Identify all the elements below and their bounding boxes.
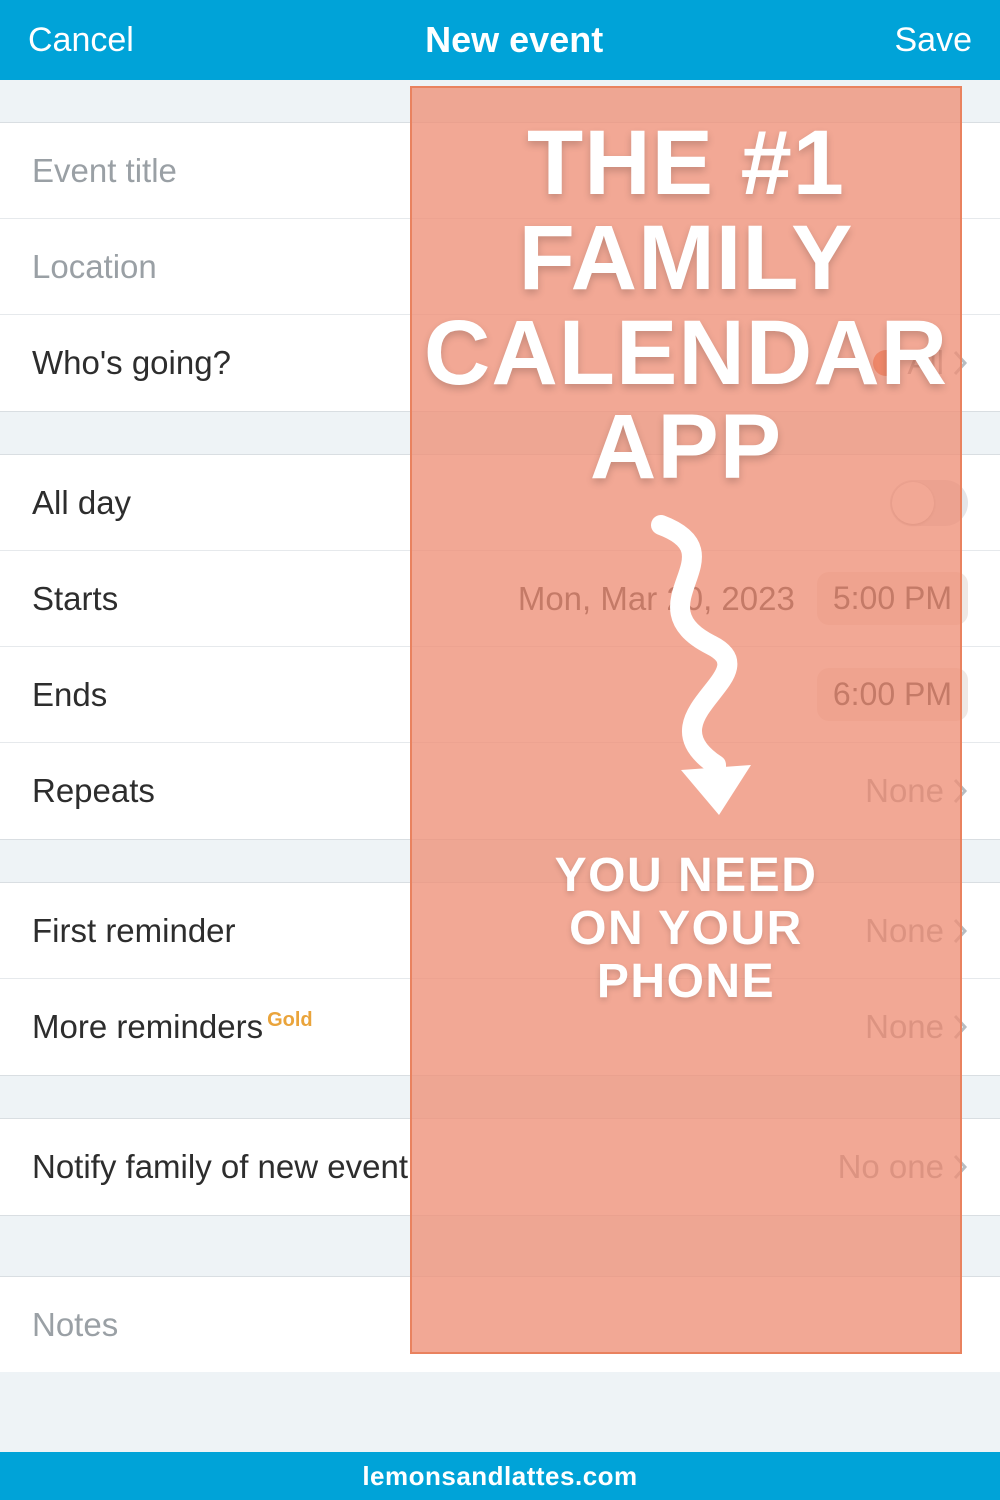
squiggle-arrow-icon: [601, 515, 771, 840]
gold-badge: Gold: [267, 1009, 313, 1031]
starts-label: Starts: [32, 580, 118, 618]
overlay-subhead: YOU NEED ON YOUR PHONE: [555, 850, 818, 1008]
overlay-sub-line: PHONE: [555, 956, 818, 1009]
first-reminder-label: First reminder: [32, 912, 236, 950]
overlay-headline-line: THE #1: [424, 116, 948, 211]
overlay-sub-line: ON YOUR: [555, 903, 818, 956]
all-day-label: All day: [32, 484, 131, 522]
repeats-label: Repeats: [32, 772, 155, 810]
notes-placeholder: Notes: [32, 1306, 118, 1344]
overlay-headline: THE #1 FAMILY CALENDAR APP: [424, 116, 948, 495]
save-button[interactable]: Save: [894, 21, 972, 60]
overlay-headline-line: CALENDAR: [424, 306, 948, 401]
notify-label: Notify family of new event: [32, 1148, 408, 1186]
more-reminders-label: More remindersGold: [32, 1008, 313, 1046]
footer-site: lemonsandlattes.com: [0, 1452, 1000, 1500]
overlay-headline-line: APP: [424, 400, 948, 495]
ends-label: Ends: [32, 676, 107, 714]
overlay-sub-line: YOU NEED: [555, 850, 818, 903]
navbar: Cancel New event Save: [0, 0, 1000, 80]
overlay-headline-line: FAMILY: [424, 211, 948, 306]
more-reminders-text: More reminders: [32, 1008, 263, 1045]
cancel-button[interactable]: Cancel: [28, 21, 134, 60]
promo-overlay: THE #1 FAMILY CALENDAR APP YOU NEED ON Y…: [410, 86, 962, 1354]
event-title-placeholder: Event title: [32, 152, 177, 190]
whos-going-label: Who's going?: [32, 344, 231, 382]
screen: Cancel New event Save Event title Locati…: [0, 0, 1000, 1500]
page-title: New event: [425, 19, 603, 61]
location-placeholder: Location: [32, 248, 157, 286]
